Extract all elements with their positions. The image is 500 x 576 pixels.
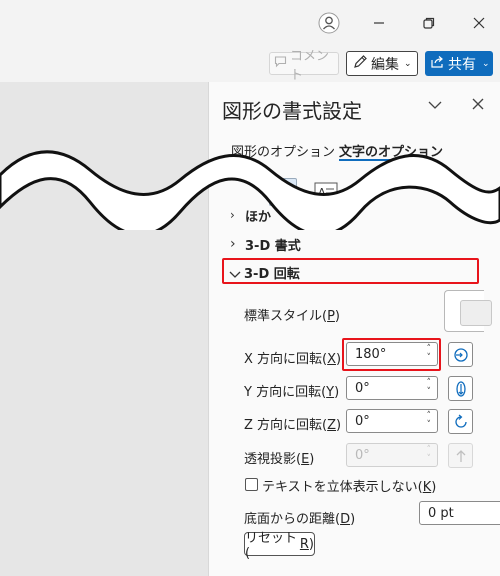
chevron-right-icon[interactable]: › [230, 236, 236, 252]
z-rotation-input[interactable]: 0° ˄ ˅ [346, 409, 438, 433]
comment-button[interactable]: コメント [269, 49, 339, 83]
share-label: 共有 [448, 56, 476, 73]
pencil-icon [352, 54, 368, 74]
section-3d-rotation[interactable]: 3-D 回転 [244, 263, 300, 282]
x-rotation-input[interactable]: 180° ˄ ˅ [346, 342, 438, 366]
perspective-narrow-button [448, 443, 473, 468]
rotate-up-icon [455, 380, 466, 397]
distance-input[interactable]: 0 pt [419, 501, 500, 525]
section-other[interactable]: ほか [245, 206, 271, 225]
perspective-label: 透視投影(E) [244, 452, 315, 467]
keep-text-flat-label: テキストを立体表示しない(K) [262, 480, 437, 495]
chevron-down-icon: ⌄ [482, 58, 490, 69]
rotate-clockwise-icon [454, 414, 467, 428]
pane-options-chevron-icon[interactable] [427, 97, 443, 116]
account-icon[interactable] [313, 8, 345, 38]
close-window-icon[interactable] [463, 8, 495, 38]
y-rotation-input[interactable]: 0° ˄ ˅ [346, 376, 438, 400]
keep-text-flat-checkbox[interactable] [245, 478, 258, 491]
chevron-down-icon: ⌄ [404, 58, 412, 69]
pane-title: 図形の書式設定 [222, 99, 362, 123]
share-icon [430, 54, 445, 73]
perspective-input: 0° ˄ ˅ [346, 443, 438, 467]
spin-arrows-icon: ˄ ˅ [426, 445, 432, 464]
spin-arrows-icon[interactable]: ˄ ˅ [427, 412, 432, 430]
section-3d-format[interactable]: 3-D 書式 [245, 235, 301, 254]
comment-label: コメント [290, 48, 330, 83]
restore-icon[interactable] [413, 8, 445, 38]
x-rotation-label: X 方向に回転(X) [244, 352, 342, 367]
distance-label: 底面からの距離(D) [244, 512, 356, 527]
share-button[interactable]: 共有 ⌄ [425, 51, 493, 76]
rotate-left-button[interactable] [448, 342, 473, 367]
preset-label: 標準スタイル(P) [244, 309, 340, 324]
preset-preview-icon [460, 300, 492, 326]
reset-button[interactable]: リセット(R) [244, 531, 315, 561]
edit-mode-button[interactable]: 編集 ⌄ [346, 51, 418, 76]
spin-arrows-icon[interactable]: ˄ ˅ [427, 345, 432, 363]
y-rotation-label: Y 方向に回転(Y) [244, 385, 340, 400]
chevron-right-icon[interactable]: › [230, 208, 235, 222]
close-pane-icon[interactable] [471, 96, 485, 115]
edit-label: 編集 [371, 56, 399, 73]
rotate-clockwise-button[interactable] [448, 409, 473, 434]
rotate-up-button[interactable] [448, 376, 473, 401]
minimize-icon[interactable] [363, 8, 395, 38]
spin-arrows-icon[interactable]: ˄ ˅ [427, 379, 432, 397]
preset-styles-dropdown[interactable] [444, 290, 492, 332]
arrow-up-icon [456, 449, 465, 462]
chevron-down-icon[interactable] [229, 265, 241, 284]
comment-icon [274, 55, 287, 72]
rotate-left-icon [453, 347, 468, 362]
z-rotation-label: Z 方向に回転(Z) [244, 418, 342, 433]
